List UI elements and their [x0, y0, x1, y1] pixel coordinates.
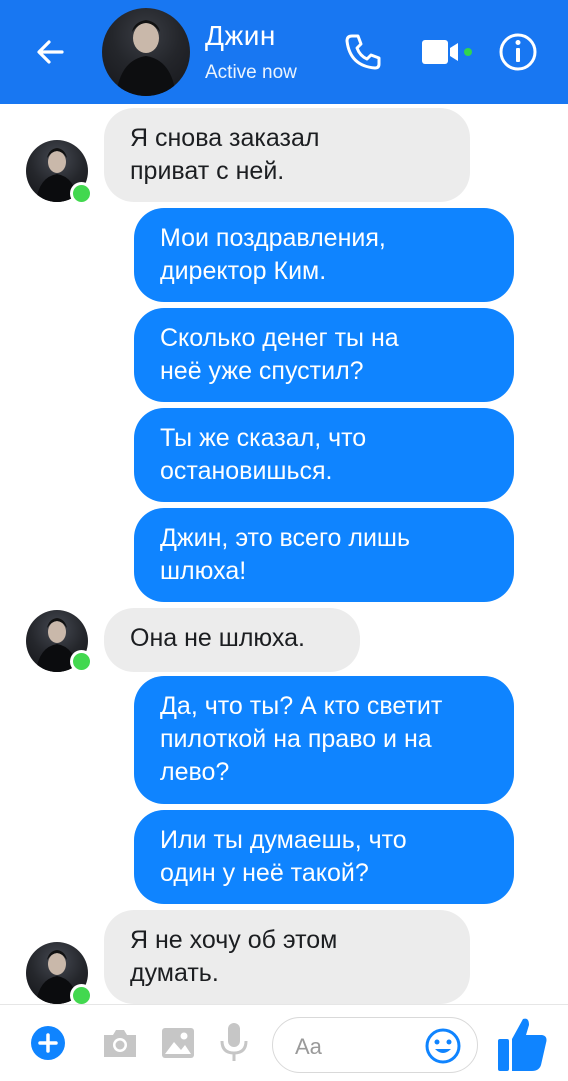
info-button[interactable]: [494, 28, 542, 76]
message-input[interactable]: Aa: [272, 1017, 478, 1073]
arrow-left-icon: [37, 40, 64, 64]
person-photo: [116, 20, 176, 96]
info-icon: [499, 33, 537, 71]
outgoing-message[interactable]: Сколько денег ты на неё уже спустил?: [134, 308, 514, 402]
camera-icon: [104, 1030, 136, 1057]
chat-header: Джин Active now: [0, 0, 568, 104]
message-composer: Aa: [0, 1004, 568, 1081]
call-button[interactable]: [340, 30, 384, 74]
input-placeholder: Aa: [295, 1034, 322, 1059]
microphone-icon: [220, 1023, 248, 1061]
incoming-message[interactable]: Она не шлюха.: [104, 608, 360, 672]
camera-button[interactable]: [100, 1025, 140, 1066]
video-camera-icon: [422, 40, 458, 64]
online-indicator: [70, 984, 93, 1004]
incoming-message[interactable]: Я не хочу об этом думать.: [104, 910, 470, 1004]
contact-name: Джин: [205, 20, 276, 51]
plus-icon: [31, 1026, 65, 1060]
outgoing-message[interactable]: Да, что ты? А кто светит пилоткой на пра…: [134, 676, 514, 804]
contact-avatar[interactable]: [102, 8, 190, 96]
online-indicator: [70, 182, 93, 205]
outgoing-message[interactable]: Ты же сказал, что остановишься.: [134, 408, 514, 502]
outgoing-message[interactable]: Мои поздравления, директор Ким.: [134, 208, 514, 302]
outgoing-message[interactable]: Джин, это всего лишь шлюха!: [134, 508, 514, 602]
outgoing-message[interactable]: Или ты думаешь, что один у неё такой?: [134, 810, 514, 904]
emoji-icon: [425, 1028, 461, 1064]
phone-icon: [345, 34, 381, 70]
voice-button[interactable]: [216, 1021, 252, 1070]
video-call-button[interactable]: [418, 34, 466, 70]
thumbs-up-icon: [498, 1018, 547, 1071]
like-button[interactable]: [496, 1013, 550, 1078]
online-indicator: [70, 650, 93, 673]
active-status: Active now: [205, 62, 297, 83]
message-list[interactable]: Я снова заказал приват с ней. Мои поздра…: [0, 104, 568, 1004]
back-button[interactable]: [28, 30, 72, 74]
image-icon: [162, 1028, 194, 1058]
incoming-message[interactable]: Я снова заказал приват с ней.: [104, 108, 470, 202]
gallery-button[interactable]: [160, 1025, 196, 1066]
video-active-dot: [464, 48, 472, 56]
emoji-button[interactable]: [423, 1026, 463, 1071]
more-actions-button[interactable]: [30, 1025, 66, 1066]
